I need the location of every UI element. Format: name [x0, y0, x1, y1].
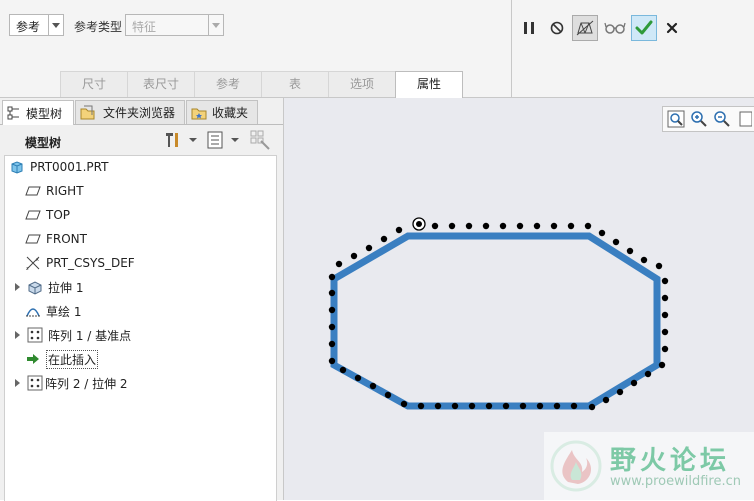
filter-grid-icon — [250, 130, 270, 150]
navigator-tabs: 模型树 文件夹浏览器 收藏夹 — [0, 98, 283, 125]
tab-model-tree[interactable]: 模型树 — [2, 100, 74, 125]
datum-plane-icon — [25, 231, 41, 247]
pause-button[interactable] — [516, 15, 542, 41]
flame-logo-icon — [550, 440, 602, 492]
tree-item-label: 草绘 1 — [46, 304, 82, 319]
attached-preview-button[interactable] — [572, 15, 598, 41]
dashboard-divider — [511, 0, 512, 97]
dashboard-tabs: 尺寸 表尺寸 参考 表 选项 属性 — [60, 71, 463, 98]
tree-item-label: 阵列 1 / 基准点 — [48, 328, 132, 343]
reference-dropdown-value: 参考 — [16, 20, 41, 34]
dashboard-settings: 参考 参考类型 特征 尺寸 表尺寸 参考 表 选项 属性 — [0, 0, 511, 98]
tree-settings-button[interactable] — [162, 130, 198, 150]
insert-arrow-icon — [25, 351, 41, 367]
forum-watermark: 野火论坛 www.proewildfire.cn — [544, 432, 754, 500]
model-tree-toolbar: 模型树 — [0, 125, 283, 155]
tree-item-front[interactable]: FRONT — [25, 228, 87, 250]
tab-properties[interactable]: 属性 — [395, 71, 463, 98]
graphics-window[interactable]: 野火论坛 www.proewildfire.cn — [284, 98, 754, 500]
tree-item-label: 在此插入 — [46, 349, 99, 369]
list-icon — [207, 131, 223, 149]
reference-type-label: 参考类型 — [74, 20, 123, 34]
pattern-icon — [27, 327, 43, 343]
tree-item-part[interactable]: PRT0001.PRT — [9, 156, 108, 178]
tab-folder-browser[interactable]: 文件夹浏览器 — [75, 100, 185, 124]
pattern-leader-point[interactable] — [412, 217, 426, 231]
tree-filter-button[interactable] — [250, 130, 272, 150]
pause-icon — [524, 22, 534, 34]
model-tree-icon — [7, 106, 19, 120]
pattern-icon — [27, 375, 43, 391]
tab-model-tree-label: 模型树 — [26, 106, 63, 121]
chevron-down-icon — [231, 138, 239, 142]
tree-item-label: PRT_CSYS_DEF — [46, 256, 135, 270]
tab-table-dimensions[interactable]: 表尺寸 — [127, 71, 195, 97]
tree-item-label: 阵列 2 / 拉伸 2 — [45, 376, 128, 391]
chevron-down-icon — [189, 138, 197, 142]
tree-item-top[interactable]: TOP — [25, 204, 70, 226]
tab-dimensions[interactable]: 尺寸 — [60, 71, 128, 97]
expand-arrow-icon[interactable] — [13, 330, 23, 340]
cancel-button[interactable] — [659, 15, 685, 41]
datum-plane-icon — [25, 207, 41, 223]
tree-item-extrude-1[interactable]: 拉伸 1 — [13, 276, 83, 298]
tree-item-label: RIGHT — [46, 184, 84, 198]
ok-button[interactable] — [631, 15, 657, 41]
model-tree-title: 模型树 — [25, 136, 62, 150]
watermark-url: www.proewildfire.cn — [610, 474, 741, 489]
model-tree: PRT0001.PRT RIGHT TOP FRONT zx PRT_CSYS_… — [4, 155, 277, 501]
tree-item-insert-here[interactable]: 在此插入 — [25, 348, 99, 370]
part-icon — [9, 159, 25, 175]
tab-folder-browser-label: 文件夹浏览器 — [103, 106, 176, 120]
reference-type-dropdown[interactable]: 特征 — [125, 14, 224, 36]
close-icon — [666, 22, 678, 34]
tree-item-pattern-1[interactable]: 阵列 1 / 基准点 — [13, 324, 131, 346]
watermark-title: 野火论坛 — [610, 446, 731, 476]
reference-dropdown[interactable]: 参考 — [9, 14, 64, 36]
svg-text:z: z — [26, 266, 29, 271]
svg-text:x: x — [36, 257, 39, 263]
tab-references[interactable]: 参考 — [194, 71, 262, 97]
tab-table[interactable]: 表 — [261, 71, 329, 97]
reference-type-value: 特征 — [132, 20, 157, 34]
navigator-panel: 模型树 文件夹浏览器 收藏夹 模型树 PRT0001.PRT RIGHT TOP… — [0, 98, 284, 501]
no-preview-icon — [550, 21, 564, 35]
feature-dashboard: 参考 参考类型 特征 尺寸 表尺寸 参考 表 选项 属性 — [0, 0, 754, 98]
no-preview-button[interactable] — [544, 15, 570, 41]
tree-item-csys[interactable]: zx PRT_CSYS_DEF — [25, 252, 135, 274]
glasses-icon — [604, 22, 626, 34]
folder-browser-icon — [80, 105, 95, 119]
tree-item-label: TOP — [46, 208, 71, 222]
tab-options[interactable]: 选项 — [328, 71, 396, 97]
tab-favorites[interactable]: 收藏夹 — [186, 100, 258, 124]
octagon-profile[interactable] — [330, 232, 661, 410]
tree-show-button[interactable] — [206, 130, 242, 150]
tree-item-pattern-2[interactable]: 阵列 2 / 拉伸 2 — [13, 372, 128, 394]
sketch-icon — [25, 303, 41, 319]
tree-item-label: PRT0001.PRT — [30, 160, 109, 174]
tree-item-right[interactable]: RIGHT — [25, 180, 84, 202]
datum-plane-icon — [25, 183, 41, 199]
checkmark-icon — [635, 20, 653, 35]
tree-item-label: FRONT — [46, 232, 87, 246]
tools-icon — [166, 133, 178, 147]
chevron-down-icon — [48, 15, 63, 35]
tree-item-sketch-1[interactable]: 草绘 1 — [25, 300, 81, 322]
chevron-down-icon — [208, 15, 223, 35]
expand-arrow-icon[interactable] — [13, 378, 23, 388]
preview-geometry-icon — [576, 20, 594, 36]
csys-icon: zx — [25, 255, 41, 271]
favorites-folder-icon — [191, 108, 207, 119]
tree-item-label: 拉伸 1 — [48, 280, 84, 295]
verify-mode-button[interactable] — [602, 15, 628, 41]
expand-arrow-icon[interactable] — [13, 282, 23, 292]
extrude-icon — [27, 279, 43, 295]
tab-favorites-label: 收藏夹 — [212, 106, 249, 120]
